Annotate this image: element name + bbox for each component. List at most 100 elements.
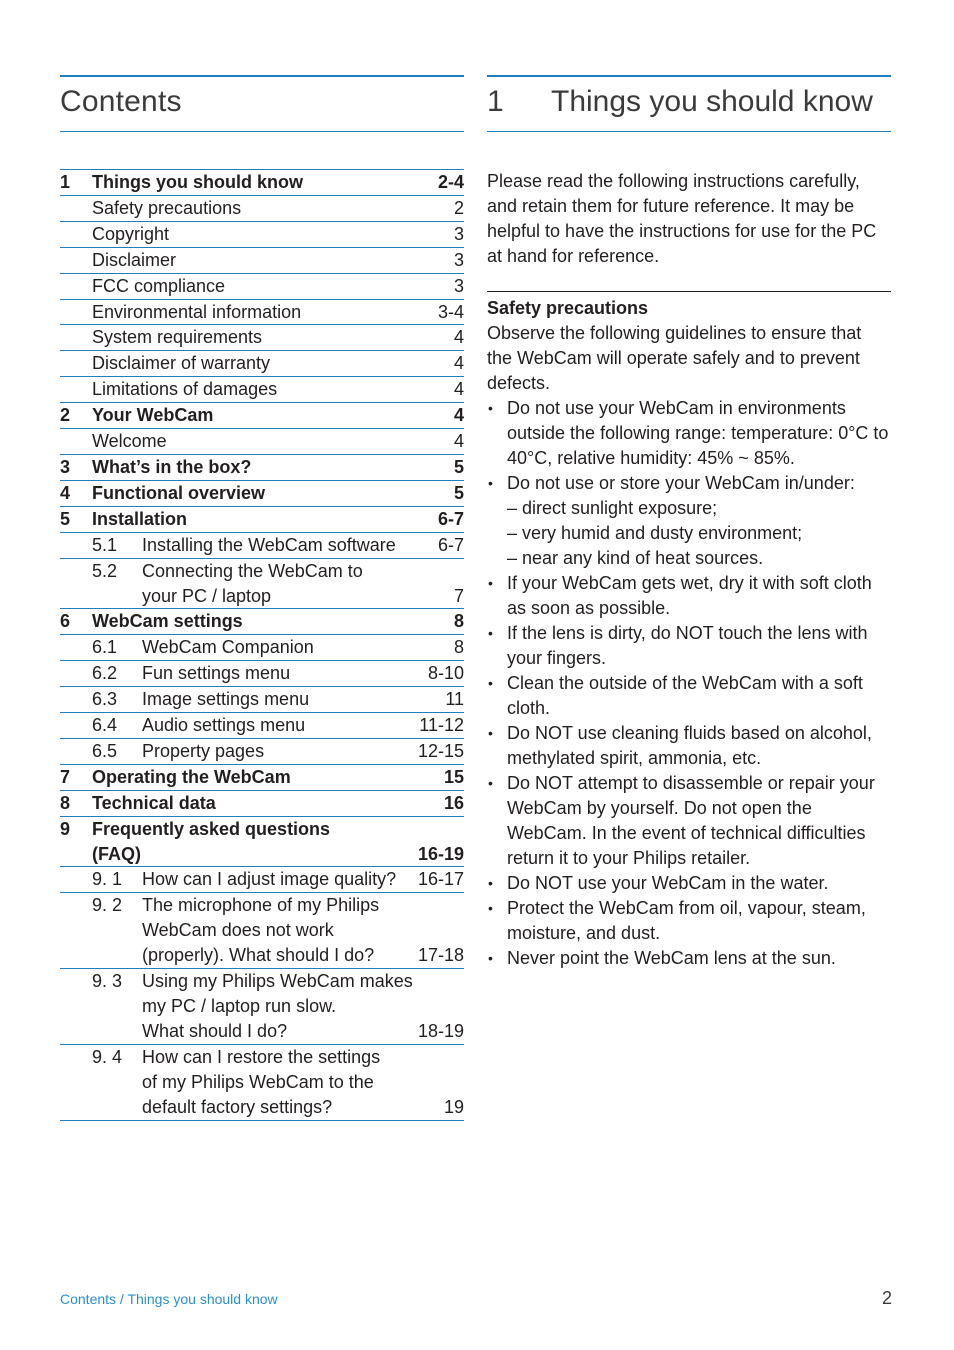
toc-entry-line[interactable]: 9 Frequently asked questions	[60, 817, 464, 842]
toc-entry[interactable]: 6.4 Audio settings menu 11-12	[60, 713, 464, 739]
toc-subnumber: 9. 1	[92, 869, 123, 890]
page-number: 2	[881, 1288, 892, 1308]
toc-indent	[60, 533, 92, 558]
toc-entry[interactable]: (properly). What should I do? 17-18	[60, 943, 464, 970]
bullet-text: Do NOT use your WebCam in the water.	[507, 873, 829, 893]
toc-entry[interactable]: FCC compliance 3	[60, 274, 464, 300]
toc-title: The microphone of my Philips	[142, 895, 380, 916]
toc-entry[interactable]: System requirements 4	[60, 325, 464, 352]
toc-number: 2	[60, 405, 71, 426]
toc-pages: 4	[453, 353, 464, 374]
toc-entry-line[interactable]: 9. 2 The microphone of my Philips	[60, 893, 464, 918]
toc-indent	[60, 687, 92, 712]
toc-indent	[60, 918, 92, 943]
bullet-text: Protect the WebCam from oil, vapour, ste…	[507, 898, 866, 943]
toc-subnumber: 6.5	[92, 740, 118, 761]
toc-title: Property pages	[142, 740, 265, 761]
toc-indent	[60, 559, 92, 584]
toc-subnumber	[92, 1070, 142, 1095]
toc-number: 4	[60, 482, 71, 503]
safety-bullet: Protect the WebCam from oil, vapour, ste…	[487, 896, 891, 946]
toc-entry[interactable]: 7 Operating the WebCam 15	[60, 765, 464, 791]
toc-pages: 6-7	[437, 534, 464, 555]
toc-entry[interactable]: 1 Things you should know 2-4	[60, 170, 464, 196]
toc-entry[interactable]: Limitations of damages 4	[60, 377, 464, 404]
toc-entry[interactable]: 9. 1 How can I adjust image quality? 16-17	[60, 867, 464, 894]
toc-number: 7	[60, 766, 71, 787]
toc-subnumber: 5.2	[92, 560, 118, 581]
toc-entry[interactable]: default factory settings? 19	[60, 1095, 464, 1121]
toc-indent	[60, 248, 92, 273]
bullet-text: Do NOT use cleaning fluids based on alco…	[507, 723, 872, 768]
chapter-number: 1	[487, 85, 504, 118]
toc-title: Connecting the WebCam to	[142, 560, 363, 581]
toc-subnumber: 9. 3	[92, 971, 123, 992]
toc-entry[interactable]: What should I do? 18-19	[60, 1019, 464, 1045]
toc-entry[interactable]: 5 Installation 6-7	[60, 507, 464, 533]
toc-subnumber: 5.1	[92, 534, 118, 555]
toc-subnumber	[92, 1019, 142, 1044]
toc-title: Installing the WebCam software	[142, 534, 396, 555]
toc-entry[interactable]: 3 What’s in the box? 5	[60, 455, 464, 481]
safety-bullet: Do NOT use cleaning fluids based on alco…	[487, 721, 891, 771]
toc-pages: 4	[453, 431, 464, 452]
toc-title: What should I do?	[142, 1020, 288, 1041]
toc-entry[interactable]: 5.1 Installing the WebCam software 6-7	[60, 533, 464, 559]
toc-number: 6	[60, 611, 71, 632]
toc-entry[interactable]: Safety precautions 2	[60, 196, 464, 222]
toc-entry-line[interactable]: WebCam does not work	[60, 918, 464, 943]
toc-entry[interactable]: Welcome 4	[60, 429, 464, 455]
toc-title: Functional overview	[92, 482, 266, 503]
toc-entry[interactable]: 6.5 Property pages 12-15	[60, 739, 464, 765]
toc-pages: 15	[443, 766, 464, 787]
toc-title: my PC / laptop run slow.	[142, 996, 337, 1016]
toc-entry[interactable]: 2 Your WebCam 4	[60, 403, 464, 430]
toc-subnumber	[92, 584, 142, 609]
toc-entry[interactable]: 4 Functional overview 5	[60, 481, 464, 507]
toc-indent	[60, 661, 92, 686]
toc-entry[interactable]: 6 WebCam settings 8	[60, 609, 464, 636]
toc-entry[interactable]: 6.2 Fun settings menu 8-10	[60, 661, 464, 688]
toc-entry[interactable]: 6.3 Image settings menu 11	[60, 687, 464, 714]
toc-number: 1	[60, 172, 71, 192]
toc-entry[interactable]: (FAQ) 16-19	[60, 842, 464, 868]
toc-pages: 8-10	[427, 663, 464, 684]
contents-title: Contents	[60, 85, 182, 118]
toc-indent	[60, 994, 92, 1019]
toc-indent	[60, 867, 92, 892]
sub-item: – very humid and dusty environment;	[507, 523, 803, 543]
section-title: Safety precautions	[487, 298, 649, 318]
toc-entry-line[interactable]: of my Philips WebCam to the	[60, 1070, 464, 1095]
toc-title: Limitations of damages	[92, 379, 278, 400]
toc-entry-line[interactable]: my PC / laptop run slow.	[60, 994, 464, 1019]
safety-bullet: If your WebCam gets wet, dry it with sof…	[487, 571, 891, 621]
toc-subnumber: 6.1	[92, 637, 118, 658]
toc-title: Your WebCam	[92, 405, 214, 426]
toc-title: What’s in the box?	[92, 456, 252, 477]
toc-title: (properly). What should I do?	[142, 945, 375, 966]
toc-subnumber	[92, 994, 142, 1019]
toc-entry[interactable]: 8 Technical data 16	[60, 791, 464, 817]
bullet-text: Do not use your WebCam in environments o…	[507, 398, 889, 468]
safety-bullet: Never point the WebCam lens at the sun.	[487, 946, 891, 971]
table-of-contents: 1 Things you should know 2-4 Safety precaut…	[60, 169, 464, 1121]
toc-entry-line[interactable]: 9. 3 Using my Philips WebCam makes	[60, 969, 464, 994]
toc-entry-line[interactable]: 9. 4 How can I restore the settings	[60, 1045, 464, 1070]
toc-entry[interactable]: Copyright 3	[60, 222, 464, 248]
bullet-text: Never point the WebCam lens at the sun.	[507, 948, 836, 968]
toc-title: Fun settings menu	[142, 663, 291, 684]
toc-entry[interactable]: Disclaimer 3	[60, 248, 464, 274]
toc-entry[interactable]: Environmental information 3-4	[60, 300, 464, 326]
toc-pages: 4	[453, 405, 464, 426]
toc-entry-line[interactable]: 5.2 Connecting the WebCam to	[60, 559, 464, 584]
toc-subnumber: 6.3	[92, 689, 118, 710]
toc-entry[interactable]: Disclaimer of warranty 4	[60, 351, 464, 378]
toc-pages: 6-7	[437, 508, 464, 529]
toc-entry[interactable]: 6.1 WebCam Companion 8	[60, 635, 464, 662]
bullet-text: If the lens is dirty, do NOT touch the l…	[507, 623, 868, 668]
toc-title: How can I restore the settings	[142, 1046, 381, 1067]
toc-entry[interactable]: your PC / laptop 7	[60, 584, 464, 610]
bullet-text: If your WebCam gets wet, dry it with sof…	[507, 573, 872, 618]
toc-title: Disclaimer	[92, 249, 177, 270]
toc-number: 3	[60, 456, 71, 477]
